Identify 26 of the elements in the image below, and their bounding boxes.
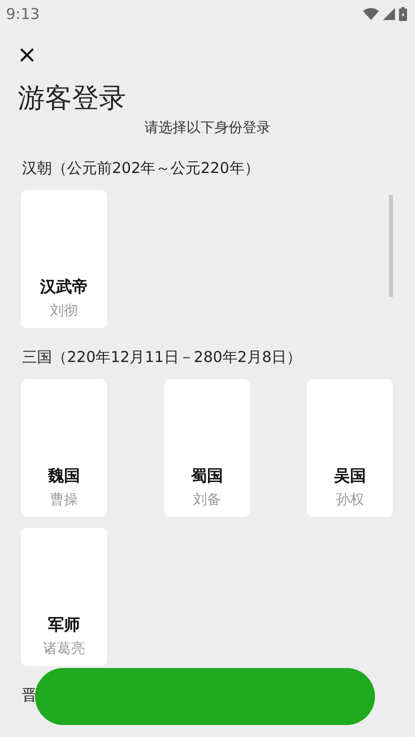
subtitle: 请选择以下身份登录 [144, 119, 272, 138]
section-label: 晋 [22, 685, 38, 705]
signal-icon [383, 8, 395, 20]
section-label: 汉朝（公元前202年～公元220年） [22, 158, 260, 178]
identity-card[interactable]: 吴国 孙权 [307, 379, 393, 517]
identity-person: 孙权 [336, 491, 364, 510]
close-icon[interactable] [20, 48, 34, 62]
identity-card[interactable]: 军师 诸葛亮 [21, 528, 107, 666]
identity-card[interactable]: 魏国 曹操 [21, 379, 107, 517]
battery-icon [399, 7, 407, 21]
identity-card[interactable]: 汉武帝 刘彻 [21, 190, 107, 328]
identity-person: 刘备 [193, 491, 221, 510]
identity-person: 曹操 [50, 491, 78, 510]
identity-card[interactable]: 蜀国 刘备 [164, 379, 250, 517]
scrollbar[interactable] [389, 195, 393, 297]
identity-name: 蜀国 [191, 465, 223, 487]
section-label: 三国（220年12月11日－280年2月8日） [22, 347, 303, 367]
identity-name: 魏国 [48, 465, 80, 487]
identity-name: 吴国 [334, 465, 366, 487]
identity-name: 军师 [48, 614, 80, 636]
identity-person: 诸葛亮 [43, 640, 85, 659]
identity-person: 刘彻 [50, 302, 78, 321]
wifi-icon [363, 8, 379, 20]
identity-name: 汉武帝 [40, 276, 88, 298]
page-title: 游客登录 [18, 82, 127, 116]
status-time: 9:13 [6, 5, 40, 23]
